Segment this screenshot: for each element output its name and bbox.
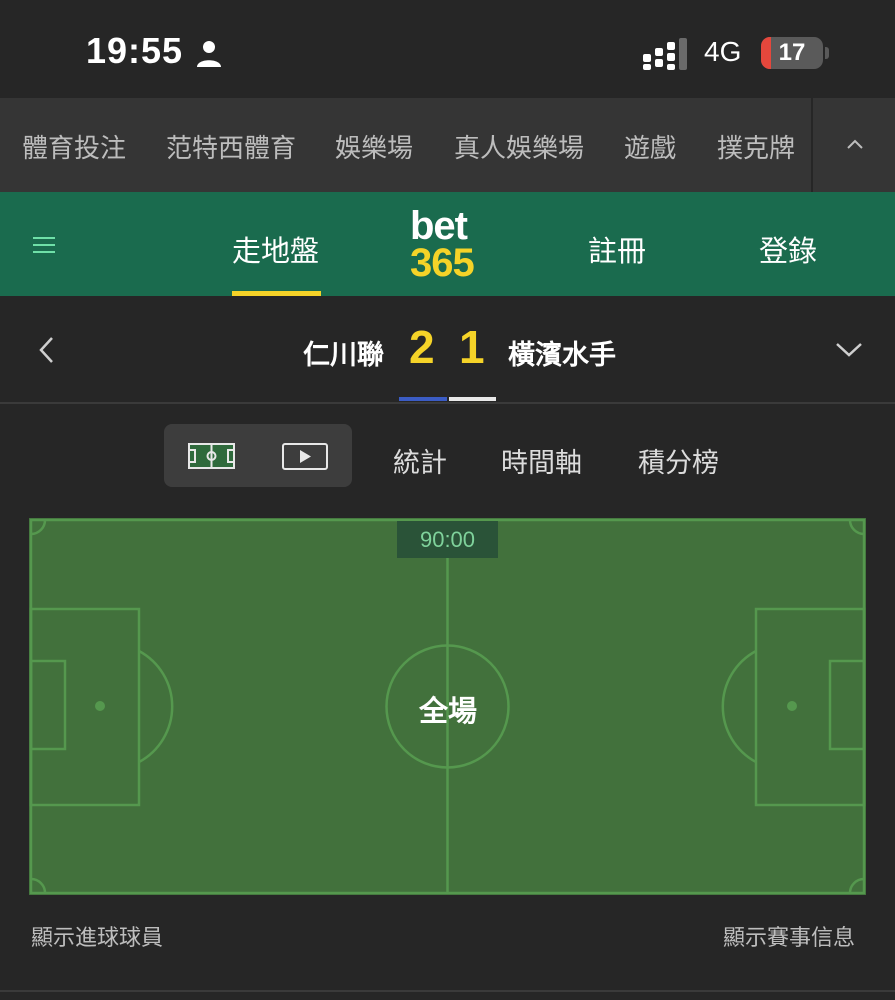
logo-365[interactable]: 365 — [410, 243, 475, 283]
show-scorers-link[interactable]: 顯示進球球員 — [31, 920, 163, 952]
nav-sports[interactable]: 體育投注 — [22, 128, 126, 165]
person-icon — [197, 41, 221, 67]
video-play-icon[interactable] — [282, 443, 328, 470]
nav-divider — [811, 98, 813, 192]
nav-poker[interactable]: 撲克牌 — [717, 128, 795, 165]
nav-live-casino[interactable]: 真人娛樂場 — [454, 128, 584, 165]
nav-games[interactable]: 遊戲 — [624, 128, 676, 165]
login-link[interactable]: 登錄 — [759, 228, 817, 270]
status-bar: 19:55 4G 17 — [0, 0, 895, 98]
scoreboard — [0, 296, 895, 404]
away-team-color-bar — [449, 397, 496, 401]
battery-tip — [825, 47, 829, 59]
register-link[interactable]: 註冊 — [588, 228, 646, 270]
home-score: 2 — [409, 321, 435, 373]
battery-icon: 17 — [761, 37, 823, 69]
battery-level: 17 — [778, 39, 806, 66]
tab-timeline[interactable]: 時間軸 — [501, 441, 582, 480]
signal-icon — [643, 38, 687, 70]
footer-divider — [0, 990, 895, 992]
away-team-name: 橫濱水手 — [508, 340, 616, 371]
logo-bet[interactable]: bet — [410, 206, 468, 246]
match-state: 全場 — [418, 694, 477, 728]
pitch-view-icon[interactable] — [188, 443, 235, 469]
category-nav: 體育投注 范特西體育 娛樂場 真人娛樂場 遊戲 撲克牌 — [0, 98, 895, 192]
tab-stats[interactable]: 統計 — [393, 441, 447, 480]
home-team-name: 仁川聯 — [303, 340, 384, 371]
show-match-info-link[interactable]: 顯示賽事信息 — [723, 920, 855, 952]
nav-fantasy-sports[interactable]: 范特西體育 — [166, 128, 296, 165]
nav-casino[interactable]: 娛樂場 — [335, 128, 413, 165]
nav-in-play[interactable]: 走地盤 — [232, 228, 319, 270]
network-type: 4G — [704, 36, 742, 67]
tab-standings[interactable]: 積分榜 — [638, 441, 719, 480]
status-time: 19:55 — [86, 30, 184, 71]
home-team-color-bar — [399, 397, 447, 401]
chevron-down-icon[interactable] — [834, 338, 864, 360]
match-clock: 90:00 — [397, 521, 498, 558]
chevron-left-icon[interactable] — [36, 335, 58, 365]
away-score: 1 — [459, 321, 485, 373]
chevron-up-icon[interactable] — [845, 134, 865, 154]
menu-icon[interactable] — [33, 235, 55, 255]
